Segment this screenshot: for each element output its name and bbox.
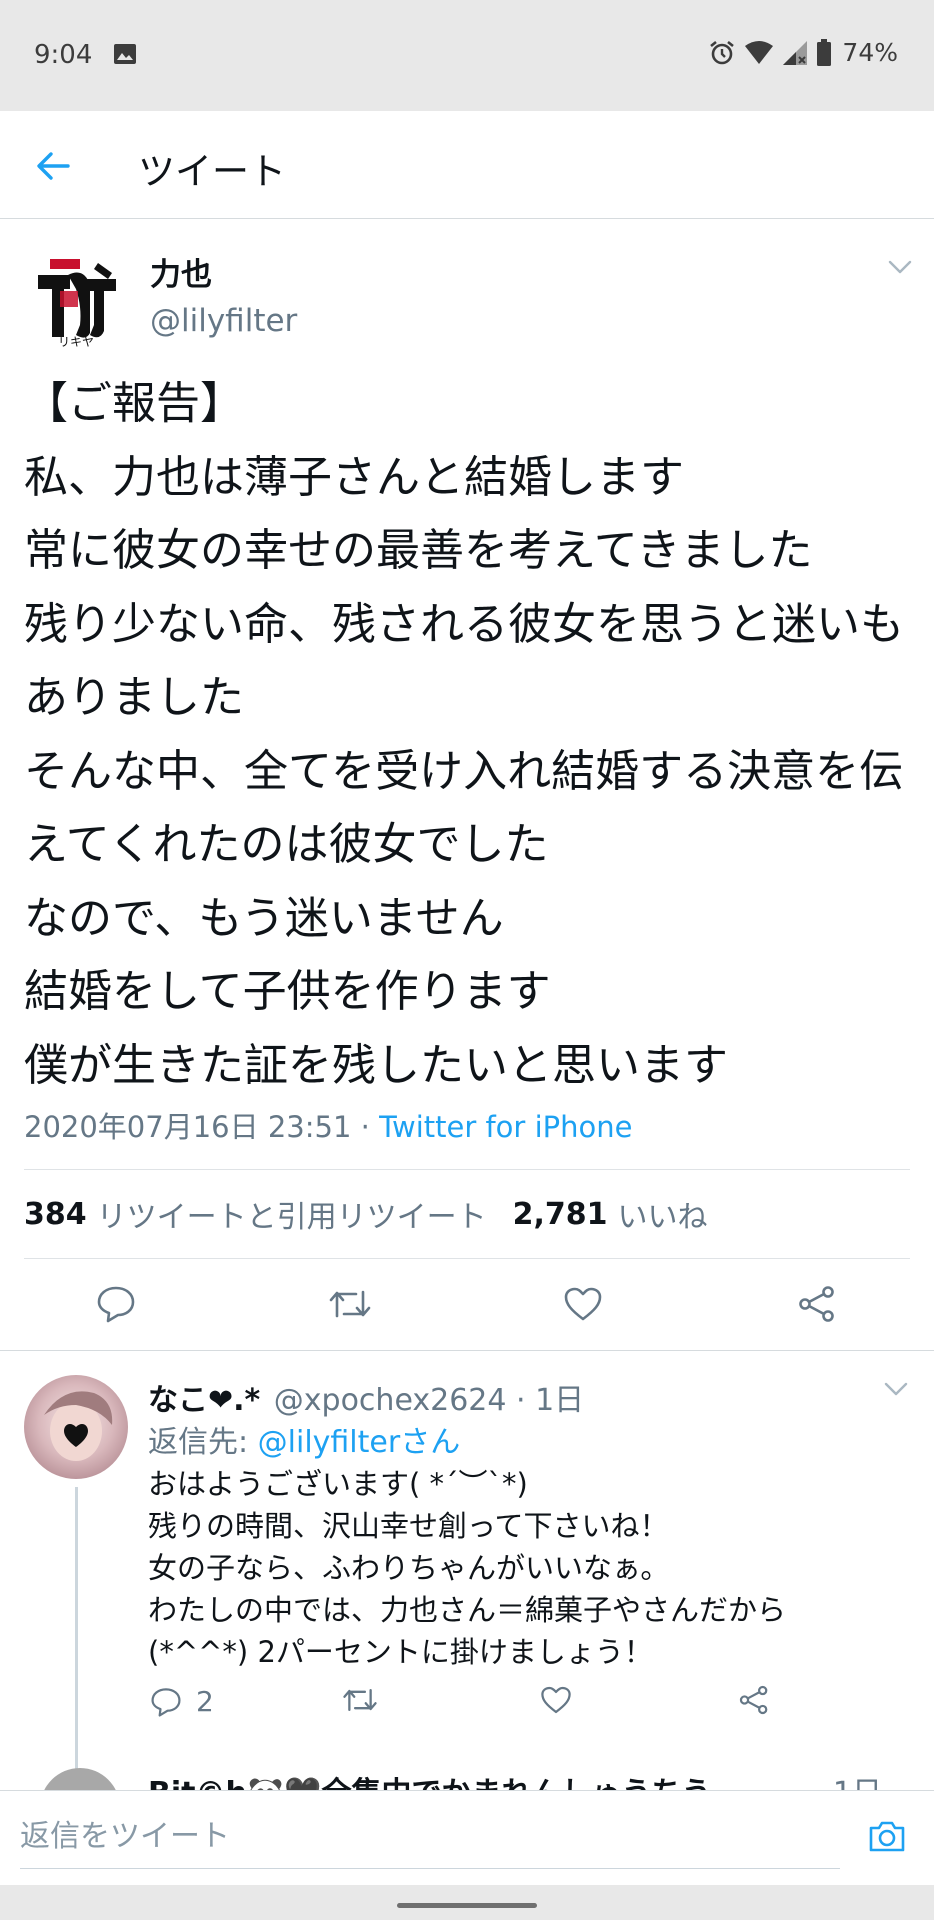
likes-count[interactable]: 2,781 (513, 1197, 608, 1232)
next-reply-avatar[interactable] (40, 1768, 120, 1790)
compose-bar (0, 1790, 934, 1885)
reply-button[interactable] (93, 1281, 139, 1327)
reply-retweet-button[interactable] (342, 1685, 378, 1715)
retweet-icon (342, 1685, 378, 1715)
tweet-meta: 2020年07月16日 23:51 · Twitter for iPhone (24, 1104, 632, 1146)
reply-to-label: 返信先: (148, 1425, 258, 1460)
wifi-icon (744, 40, 774, 66)
alarm-icon (708, 39, 736, 67)
retweets-count[interactable]: 384 (24, 1197, 87, 1232)
like-button[interactable] (560, 1281, 606, 1327)
tweet-date: 2020年07月16日 23:51 · (24, 1110, 380, 1144)
chevron-down-icon[interactable] (884, 1381, 908, 1397)
reply-compose-input[interactable] (20, 1805, 840, 1869)
reply-reply-button[interactable]: 2 (150, 1685, 214, 1718)
share-icon (797, 1285, 837, 1323)
battery-percentage: 74% (842, 38, 898, 67)
home-indicator[interactable] (397, 1903, 537, 1908)
comment-icon (96, 1285, 136, 1323)
retweets-label[interactable]: リツイートと引用リツイート (97, 1192, 487, 1236)
status-bar: 9:04 74% (0, 0, 934, 111)
chevron-down-icon[interactable] (888, 259, 912, 275)
arrow-left-icon (36, 151, 70, 181)
next-reply-author-name[interactable]: Bit©h🐼🖤全集中でかまれんしゅうちう (148, 1768, 712, 1790)
reply-author-name[interactable]: なこ❤.* (148, 1383, 260, 1418)
image-icon (113, 43, 137, 65)
likes-label[interactable]: いいね (618, 1192, 708, 1236)
tweet-stats: 384 リツイートと引用リツイート 2,781 いいね (24, 1169, 910, 1259)
reply-to: 返信先: @lilyfilterさん (148, 1417, 460, 1461)
reply-avatar[interactable] (24, 1375, 128, 1479)
comment-icon (150, 1687, 182, 1717)
retweet-icon (328, 1286, 372, 1322)
reply-text: おはようございます( *´︶`*) 残りの時間、沢山幸せ創って下さいね！ 女の子… (148, 1467, 787, 1669)
author-avatar[interactable]: リキヤ (24, 245, 128, 349)
next-reply[interactable]: Bit©h🐼🖤全集中でかまれんしゅうちう · 1日 (0, 1768, 934, 1790)
author-name[interactable]: 力也 (150, 249, 212, 294)
reply-count: 2 (196, 1685, 214, 1718)
reply-like-button[interactable] (540, 1685, 572, 1715)
reply-actions: 2 (148, 1677, 908, 1737)
camera-icon (867, 1819, 907, 1853)
battery-icon (816, 38, 832, 67)
reply-to-user-link[interactable]: @lilyfilterさん (258, 1425, 461, 1460)
next-reply-time: · 1日 (814, 1768, 882, 1790)
page-title: ツイート (138, 150, 286, 193)
status-time: 9:04 (34, 40, 93, 70)
share-icon (738, 1685, 770, 1715)
reply-tweet[interactable]: なこ❤.* @xpochex2624 · 1日 返信先: @lilyfilter… (0, 1351, 934, 1797)
tweet-source-link[interactable]: Twitter for iPhone (379, 1110, 632, 1144)
signal-icon (782, 40, 808, 66)
author-handle[interactable]: @lilyfilter (150, 303, 297, 339)
thread-line (75, 1487, 78, 1797)
app-header: ツイート (0, 111, 934, 219)
heart-icon (563, 1286, 603, 1322)
reply-header: なこ❤.* @xpochex2624 · 1日 (148, 1375, 584, 1419)
retweet-button[interactable] (327, 1281, 373, 1327)
back-button[interactable] (28, 141, 78, 191)
reply-share-button[interactable] (738, 1685, 770, 1715)
tweet-actions (0, 1259, 934, 1349)
share-button[interactable] (794, 1281, 840, 1327)
status-icons: 74% (708, 38, 898, 67)
camera-button[interactable] (862, 1813, 912, 1859)
tweet-text: 【ご報告】 私、力也は薄子さんと結婚します 常に彼女の幸せの最善を考えてきました… (24, 378, 904, 1091)
reply-author-handle[interactable]: @xpochex2624 · 1日 (274, 1383, 584, 1418)
system-nav-bar (0, 1885, 934, 1920)
svg-text:リキヤ: リキヤ (58, 335, 94, 349)
heart-icon (540, 1685, 572, 1715)
